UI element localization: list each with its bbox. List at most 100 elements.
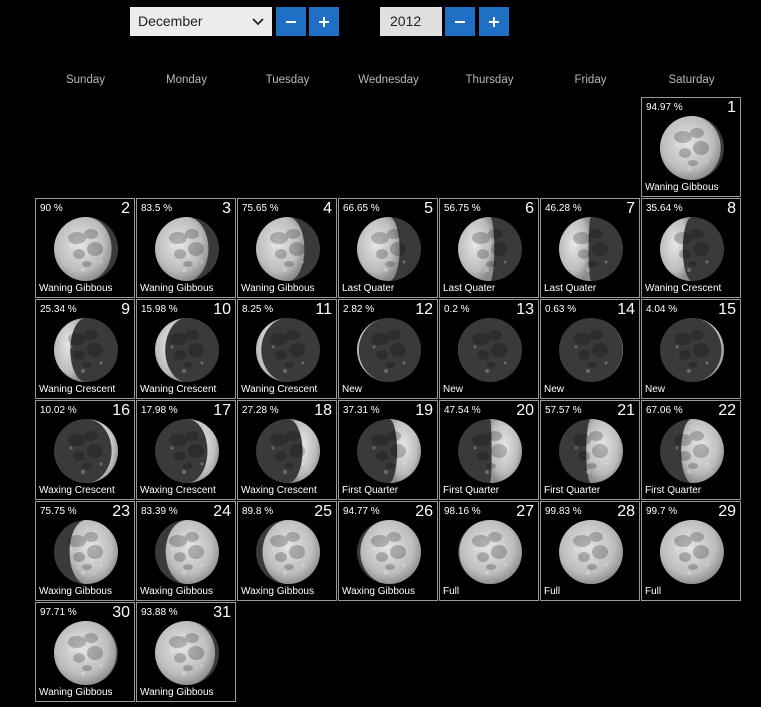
day-number: 4: [323, 200, 332, 217]
day-cell[interactable]: 99.7 % 29 Full: [641, 501, 741, 601]
illumination-percent: 99.83 %: [545, 506, 582, 517]
day-cell[interactable]: 0.2 % 13 New: [439, 299, 539, 399]
day-cell[interactable]: 35.64 % 8 Waning Crescent: [641, 198, 741, 298]
illumination-percent: 99.7 %: [646, 506, 678, 517]
moon-phase-label: New: [443, 384, 464, 395]
moon-icon: [256, 217, 320, 281]
weekday-monday: Monday: [166, 74, 207, 86]
year-input[interactable]: 2012: [380, 7, 442, 36]
moon-phase-label: First Quarter: [544, 485, 601, 496]
illumination-percent: 27.28 %: [242, 405, 279, 416]
illumination-percent: 17.98 %: [141, 405, 178, 416]
day-cell[interactable]: 27.28 % 18 Waxing Crescent: [237, 400, 337, 500]
month-select[interactable]: December: [130, 7, 272, 36]
day-cell[interactable]: 46.28 % 7 Last Quater: [540, 198, 640, 298]
illumination-percent: 66.65 %: [343, 203, 380, 214]
moon-phase-label: Last Quater: [544, 283, 597, 294]
day-number: 28: [617, 503, 635, 520]
moon-phase-label: Waning Crescent: [241, 384, 318, 395]
day-number: 6: [525, 200, 534, 217]
year-minus-button[interactable]: [445, 7, 475, 36]
day-cell[interactable]: 10.02 % 16 Waxing Crescent: [35, 400, 135, 500]
day-number: 27: [516, 503, 534, 520]
plus-icon: [319, 16, 329, 27]
chevron-down-icon: [252, 18, 264, 26]
day-cell[interactable]: 47.54 % 20 First Quarter: [439, 400, 539, 500]
day-cell[interactable]: 90 % 2 Waning Gibbous: [35, 198, 135, 298]
illumination-percent: 15.98 %: [141, 304, 178, 315]
moon-icon: [155, 217, 219, 281]
day-cell[interactable]: 25.34 % 9 Waning Crescent: [35, 299, 135, 399]
moon-icon: [256, 318, 320, 382]
day-cell[interactable]: 67.06 % 22 First Quarter: [641, 400, 741, 500]
moon-phase-label: Waning Crescent: [140, 384, 217, 395]
illumination-percent: 75.75 %: [40, 506, 77, 517]
day-cell[interactable]: 0.63 % 14 New: [540, 299, 640, 399]
moon-icon: [54, 520, 118, 584]
illumination-percent: 2.82 %: [343, 304, 375, 315]
day-cell[interactable]: 17.98 % 17 Waxing Crescent: [136, 400, 236, 500]
moon-icon: [559, 217, 623, 281]
moon-phase-label: First Quarter: [342, 485, 399, 496]
day-cell[interactable]: 56.75 % 6 Last Quater: [439, 198, 539, 298]
day-cell[interactable]: 94.97 % 1 Waning Gibbous: [641, 97, 741, 197]
day-cell[interactable]: 99.83 % 28 Full: [540, 501, 640, 601]
illumination-percent: 37.31 %: [343, 405, 380, 416]
day-cell[interactable]: 93.88 % 31 Waning Gibbous: [136, 602, 236, 702]
day-cell[interactable]: 57.57 % 21 First Quarter: [540, 400, 640, 500]
moon-phase-label: First Quarter: [443, 485, 500, 496]
day-cell[interactable]: 97.71 % 30 Waning Gibbous: [35, 602, 135, 702]
day-number: 18: [314, 402, 332, 419]
illumination-percent: 97.71 %: [40, 607, 77, 618]
moon-icon: [660, 318, 724, 382]
moon-phase-label: Waning Gibbous: [645, 182, 719, 193]
day-cell[interactable]: 4.04 % 15 New: [641, 299, 741, 399]
moon-icon: [458, 520, 522, 584]
day-number: 17: [213, 402, 231, 419]
illumination-percent: 0.2 %: [444, 304, 470, 315]
moon-phase-label: Waxing Crescent: [140, 485, 216, 496]
moon-icon: [559, 520, 623, 584]
month-minus-button[interactable]: [276, 7, 306, 36]
weekday-wednesday: Wednesday: [358, 74, 419, 86]
day-cell[interactable]: 66.65 % 5 Last Quater: [338, 198, 438, 298]
day-cell[interactable]: 83.39 % 24 Waxing Gibbous: [136, 501, 236, 601]
day-cell[interactable]: 94.77 % 26 Waxing Gibbous: [338, 501, 438, 601]
moon-phase-label: Waning Gibbous: [39, 687, 113, 698]
day-cell[interactable]: 8.25 % 11 Waning Crescent: [237, 299, 337, 399]
illumination-percent: 4.04 %: [646, 304, 678, 315]
day-cell[interactable]: 98.16 % 27 Full: [439, 501, 539, 601]
moon-phase-label: Waxing Crescent: [39, 485, 115, 496]
illumination-percent: 56.75 %: [444, 203, 481, 214]
day-number: 3: [222, 200, 231, 217]
day-number: 13: [516, 301, 534, 318]
illumination-percent: 93.88 %: [141, 607, 178, 618]
moon-phase-label: Waxing Gibbous: [241, 586, 314, 597]
day-cell[interactable]: 75.65 % 4 Waning Gibbous: [237, 198, 337, 298]
moon-phase-label: New: [645, 384, 666, 395]
day-cell[interactable]: 75.75 % 23 Waxing Gibbous: [35, 501, 135, 601]
day-cell[interactable]: 37.31 % 19 First Quarter: [338, 400, 438, 500]
moon-icon: [458, 419, 522, 483]
moon-phase-label: New: [544, 384, 565, 395]
day-cell[interactable]: 89.8 % 25 Waxing Gibbous: [237, 501, 337, 601]
day-number: 23: [112, 503, 130, 520]
day-cell[interactable]: 15.98 % 10 Waning Crescent: [136, 299, 236, 399]
day-number: 24: [213, 503, 231, 520]
month-plus-button[interactable]: [309, 7, 339, 36]
minus-icon: [455, 20, 465, 23]
weekday-sunday: Sunday: [65, 74, 105, 86]
day-number: 14: [617, 301, 635, 318]
day-cell[interactable]: 83.5 % 3 Waning Gibbous: [136, 198, 236, 298]
moon-icon: [256, 419, 320, 483]
moon-icon: [155, 621, 219, 685]
moon-icon: [54, 419, 118, 483]
day-number: 11: [315, 301, 332, 318]
illumination-percent: 98.16 %: [444, 506, 481, 517]
day-number: 10: [213, 301, 231, 318]
year-plus-button[interactable]: [479, 7, 509, 36]
month-select-value: December: [138, 13, 203, 29]
day-number: 16: [112, 402, 130, 419]
moon-icon: [54, 318, 118, 382]
day-cell[interactable]: 2.82 % 12 New: [338, 299, 438, 399]
